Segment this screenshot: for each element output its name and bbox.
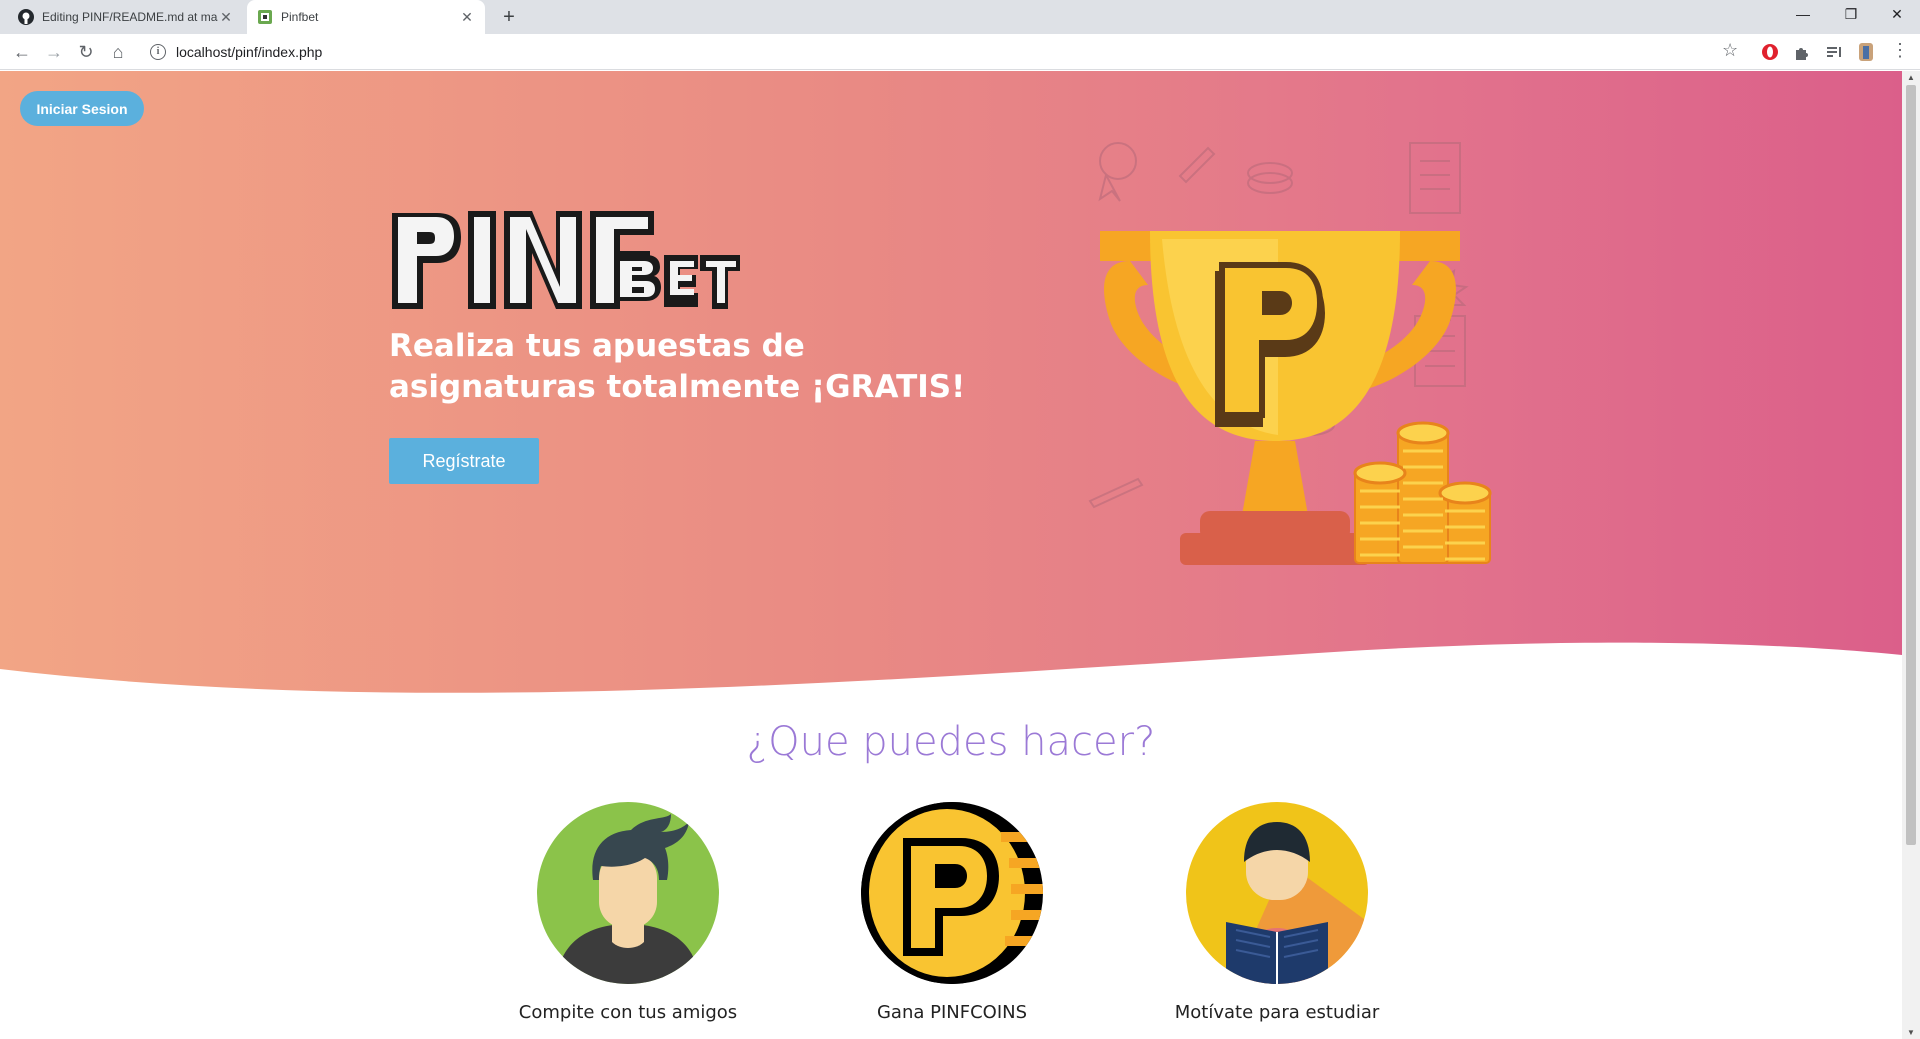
menu-kebab-icon[interactable]: ⋮ bbox=[1888, 38, 1912, 62]
trophy-illustration bbox=[1088, 142, 1492, 565]
friend-avatar-icon bbox=[537, 802, 719, 984]
hero-tagline: Realiza tus apuestas de asignaturas tota… bbox=[389, 328, 966, 405]
tab-pinfbet[interactable]: Pinfbet ✕ bbox=[247, 0, 485, 34]
feature-caption: Gana PINFCOINS bbox=[876, 1002, 1028, 1023]
restore-icon[interactable]: ❐ bbox=[1828, 0, 1874, 30]
features-title: ¿Que puedes hacer? bbox=[746, 719, 1156, 765]
tab-github[interactable]: Editing PINF/README.md at mas ✕ bbox=[8, 0, 244, 34]
info-icon[interactable]: i bbox=[150, 44, 166, 60]
scroll-down-icon[interactable]: ▼ bbox=[1906, 1028, 1916, 1037]
reload-icon[interactable]: ↻ bbox=[74, 40, 98, 64]
bookmark-star-icon[interactable]: ☆ bbox=[1722, 40, 1738, 61]
feature-study: Motívate para estudiar bbox=[1147, 802, 1407, 1023]
forward-icon[interactable]: → bbox=[42, 40, 66, 64]
opera-extension-icon[interactable] bbox=[1760, 42, 1780, 62]
pinfbet-logo bbox=[392, 211, 740, 309]
browser-tabbar: Editing PINF/README.md at mas ✕ Pinfbet … bbox=[0, 0, 1920, 34]
coin-stacks bbox=[1353, 421, 1492, 564]
tab-title: Editing PINF/README.md at mas bbox=[42, 10, 218, 24]
feature-coins: Gana PINFCOINS bbox=[822, 802, 1082, 1023]
feature-caption: Motívate para estudiar bbox=[1174, 1002, 1380, 1023]
address-bar[interactable]: i localhost/pinf/index.php bbox=[142, 38, 1762, 66]
tab-title: Pinfbet bbox=[281, 10, 319, 24]
close-icon[interactable]: ✕ bbox=[218, 9, 234, 26]
extensions-puzzle-icon[interactable] bbox=[1792, 42, 1812, 62]
url-text: localhost/pinf/index.php bbox=[176, 44, 323, 60]
scrollbar-thumb[interactable] bbox=[1906, 85, 1916, 845]
hero-section: Iniciar Sesion Realiza tus apuestas de a… bbox=[0, 71, 1902, 711]
media-queue-icon[interactable] bbox=[1824, 42, 1844, 62]
browser-toolbar: ← → ↻ ⌂ i localhost/pinf/index.php bbox=[0, 34, 1920, 70]
window-close-icon[interactable]: ✕ bbox=[1874, 0, 1920, 30]
page-viewport: Iniciar Sesion Realiza tus apuestas de a… bbox=[0, 71, 1902, 1039]
minimize-icon[interactable]: — bbox=[1780, 0, 1826, 30]
pinfcoin-icon bbox=[861, 802, 1043, 984]
profile-avatar-icon[interactable] bbox=[1856, 42, 1876, 62]
feature-compete: Compite con tus amigos bbox=[498, 802, 758, 1023]
home-icon[interactable]: ⌂ bbox=[106, 40, 130, 64]
page-scrollbar[interactable]: ▲ ▼ bbox=[1902, 71, 1920, 1039]
github-icon bbox=[18, 9, 34, 25]
student-reading-icon bbox=[1186, 802, 1368, 984]
pinfbet-favicon bbox=[258, 10, 272, 24]
scroll-up-icon[interactable]: ▲ bbox=[1906, 73, 1916, 82]
feature-caption: Compite con tus amigos bbox=[518, 1002, 738, 1023]
close-icon[interactable]: ✕ bbox=[459, 9, 475, 26]
new-tab-button[interactable]: + bbox=[497, 5, 521, 29]
register-button[interactable]: Regístrate bbox=[389, 438, 539, 484]
hero-wave-divider bbox=[0, 642, 1902, 711]
login-button[interactable]: Iniciar Sesion bbox=[20, 91, 144, 126]
back-icon[interactable]: ← bbox=[10, 40, 34, 64]
